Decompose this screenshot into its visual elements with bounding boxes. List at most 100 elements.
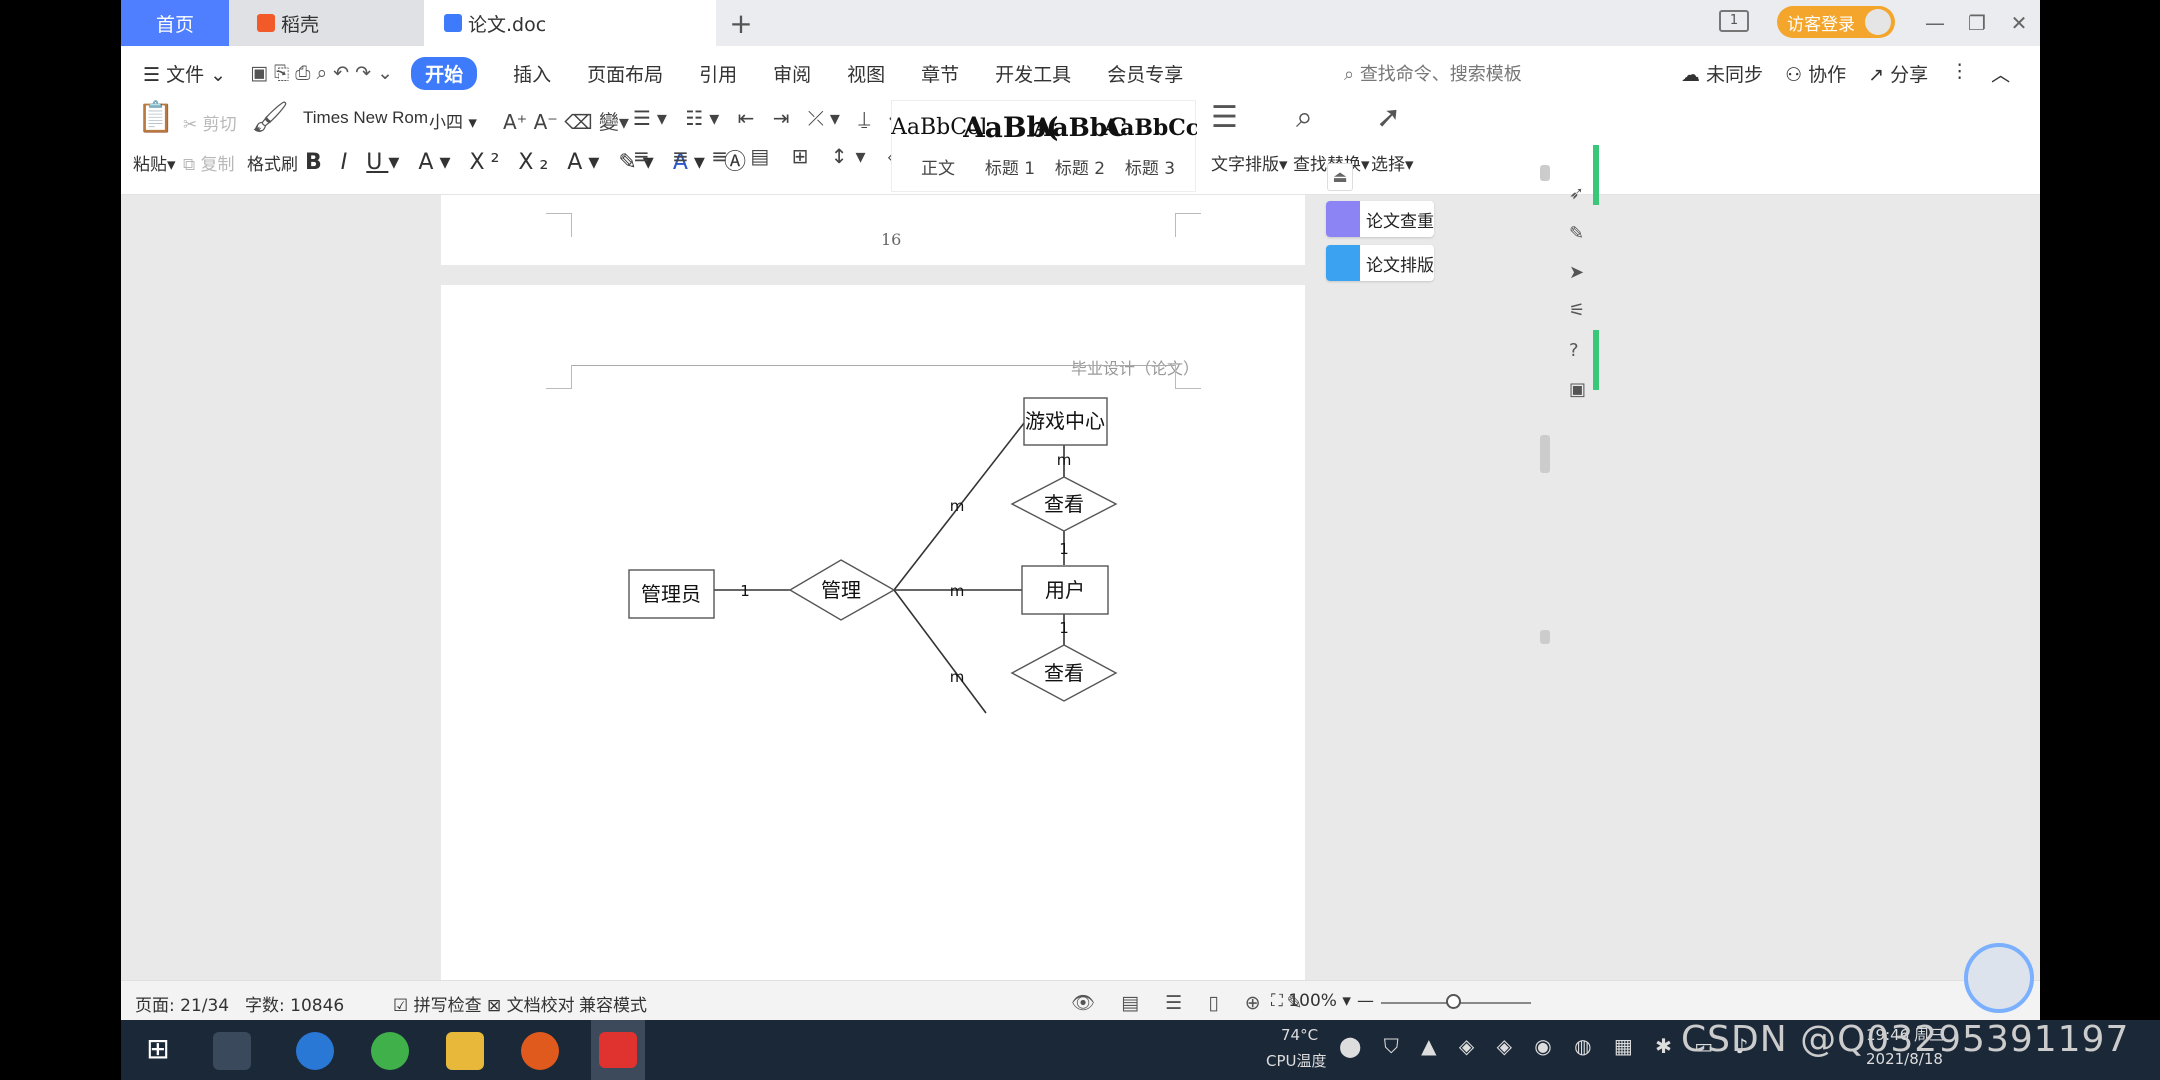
app-icon[interactable]	[521, 1032, 559, 1070]
collab-label: 协作	[1808, 64, 1847, 86]
tab-references[interactable]: 引用	[699, 60, 737, 87]
find-replace-icon[interactable]: ⌕	[1296, 100, 1313, 135]
plus-icon: +	[729, 6, 753, 40]
spell-check-label: 拼写检查	[413, 996, 482, 1016]
taskbar-app-icon[interactable]	[213, 1032, 251, 1070]
proofread-button[interactable]: ⊠ 文档校对	[487, 991, 575, 1016]
new-tab-button[interactable]: +	[721, 0, 761, 46]
page-corner-mark	[546, 213, 572, 237]
vertical-scrollbar[interactable]	[1537, 145, 1553, 708]
sync-button[interactable]: ☁ 未同步	[1681, 60, 1763, 87]
avatar	[1865, 9, 1891, 35]
rocket-icon[interactable]: ➶	[1569, 183, 1589, 204]
more-icon[interactable]: ⋮	[1950, 60, 1969, 87]
help-icon[interactable]: ?	[1569, 340, 1589, 361]
tab-insert[interactable]: 插入	[513, 60, 551, 87]
page-current[interactable]: 毕业设计（论文） 游戏中心 管理员 用户 查看 管理 查看 m 1 1 m m …	[441, 285, 1305, 980]
cardinality-label: 1	[1059, 540, 1069, 558]
paste-button[interactable]: 粘贴▾	[133, 150, 176, 175]
page-count-icon[interactable]: 1	[1719, 10, 1749, 32]
quick-access-icons[interactable]: ▣ ⎘ ⎙ ⌕ ↶ ↷ ⌄	[250, 62, 393, 84]
style-heading-3[interactable]: AaBbCcl 标题 3	[1103, 110, 1197, 186]
paper-layout-label: 论文排版	[1366, 255, 1434, 276]
tab-developer[interactable]: 开发工具	[995, 60, 1071, 87]
tab-home[interactable]: 首页	[121, 0, 229, 46]
tab-membership[interactable]: 会员专享	[1107, 60, 1183, 87]
tab-page-layout[interactable]: 页面布局	[587, 60, 663, 87]
ie-browser-icon[interactable]	[296, 1032, 334, 1070]
paper-check-button[interactable]: 论文查重	[1326, 201, 1434, 237]
pen-icon[interactable]: ✎	[1569, 223, 1589, 244]
word-count[interactable]: 字数: 10846	[245, 991, 344, 1016]
zoom-level[interactable]: ⛶ 100% ▾	[1271, 991, 1351, 1011]
windows-start-icon[interactable]: ⊞	[139, 1032, 177, 1070]
right-toolbar: ➶ ✎ ➤ ⚟ ? ▣	[1557, 145, 1599, 708]
cursor-icon[interactable]: ➤	[1569, 262, 1589, 283]
paper-layout-button[interactable]: 论文排版	[1326, 245, 1434, 281]
format-painter-button[interactable]: 格式刷	[247, 150, 298, 175]
copy-button[interactable]: ⧉ 复制	[183, 150, 235, 175]
font-family-select[interactable]: Times New Roma	[303, 108, 428, 128]
side-indicator	[1593, 330, 1599, 390]
tab-start[interactable]: 开始	[411, 56, 478, 90]
assistant-robot-icon[interactable]	[1964, 943, 2034, 1013]
cardinality-label: m	[950, 668, 965, 686]
text-layout-label: 文字排版	[1211, 155, 1279, 175]
text-layout-icon[interactable]: ☰	[1211, 100, 1238, 135]
er-edge	[893, 589, 987, 714]
share-button[interactable]: ↗ 分享	[1868, 60, 1928, 87]
wps-icon	[599, 1032, 637, 1068]
tab-review[interactable]: 审阅	[773, 60, 811, 87]
collab-button[interactable]: ⚇ 协作	[1785, 60, 1846, 87]
proofread-label: 文档校对	[506, 996, 575, 1016]
title-bar: 首页 稻壳 论文.doc + 1 访客登录 — ❐ ✕	[121, 0, 2040, 46]
spell-check-button[interactable]: ☑ 拼写检查	[393, 991, 482, 1016]
tab-daoke[interactable]: 稻壳	[229, 0, 424, 46]
zoom-value: 100%	[1288, 991, 1337, 1011]
cardinality-label: m	[1057, 451, 1072, 469]
close-icon[interactable]: ✕	[1998, 11, 2040, 35]
zoom-out-button[interactable]: —	[1357, 991, 1374, 1011]
command-search-input[interactable]: ⌕ 查找命令、搜索模板	[1344, 60, 1522, 86]
panel-collapse-button[interactable]: ⏏	[1327, 163, 1353, 191]
relation-label: 查看	[1044, 661, 1084, 685]
collapse-ribbon-icon[interactable]: ︿	[1991, 60, 2010, 87]
relation-label: 查看	[1044, 492, 1084, 516]
wps-window: 首页 稻壳 论文.doc + 1 访客登录 — ❐ ✕ ☰ 文件 ⌄ ▣ ⎘ ⎙…	[121, 0, 2040, 1020]
scroll-up-button[interactable]	[1540, 165, 1550, 181]
paste-icon[interactable]: 📋	[137, 100, 174, 135]
tab-home-label: 首页	[155, 13, 194, 36]
style-h3-sample: AaBbCcl	[1103, 115, 1197, 141]
file-menu[interactable]: ☰ 文件 ⌄	[143, 60, 226, 87]
font-tools-icons[interactable]: A⁺ A⁻ ⌫ 變▾	[503, 106, 629, 135]
scroll-down-button[interactable]	[1540, 630, 1550, 644]
format-painter-icon[interactable]: 🖌	[251, 100, 289, 135]
tab-chapter[interactable]: 章节	[921, 60, 959, 87]
file-explorer-icon[interactable]	[446, 1032, 484, 1070]
tab-view[interactable]: 视图	[847, 60, 885, 87]
select-label: 选择	[1371, 155, 1405, 175]
paper-check-label: 论文查重	[1366, 211, 1434, 232]
page-previous: 16	[441, 195, 1305, 265]
guest-login-button[interactable]: 访客登录	[1777, 6, 1895, 38]
paste-label: 粘贴	[133, 155, 167, 175]
wps-taskbar-icon[interactable]	[591, 1020, 645, 1080]
cut-button[interactable]: ✂ 剪切	[183, 110, 237, 135]
scroll-thumb[interactable]	[1540, 435, 1550, 473]
select-cursor-icon[interactable]: ➚	[1376, 100, 1401, 135]
font-size-select[interactable]: 小四 ▾	[429, 108, 477, 133]
browser-360-icon[interactable]	[371, 1032, 409, 1070]
font-size-value: 小四	[429, 113, 463, 133]
restore-icon[interactable]: ❐	[1956, 11, 1998, 35]
page-indicator[interactable]: 页面: 21/34	[135, 991, 229, 1016]
login-label: 访客登录	[1787, 14, 1855, 35]
tab-document[interactable]: 论文.doc	[424, 0, 716, 46]
entity-label: 游戏中心	[1025, 409, 1105, 433]
zoom-slider-handle[interactable]	[1446, 994, 1461, 1009]
screen: 首页 稻壳 论文.doc + 1 访客登录 — ❐ ✕ ☰ 文件 ⌄ ▣ ⎘ ⎙…	[0, 0, 2160, 1080]
select-button[interactable]: 选择▾	[1371, 150, 1414, 175]
image-edit-icon[interactable]: ▣	[1569, 379, 1589, 400]
sliders-icon[interactable]: ⚟	[1569, 300, 1589, 321]
text-layout-button[interactable]: 文字排版▾	[1211, 150, 1288, 175]
minimize-icon[interactable]: —	[1914, 11, 1956, 35]
